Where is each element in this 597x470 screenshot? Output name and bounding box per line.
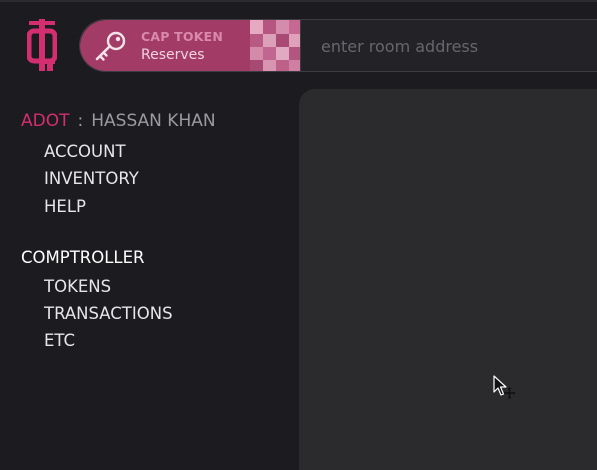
room-address-input[interactable] (301, 20, 597, 71)
user-prefix: ADOT (21, 111, 70, 131)
token-address-bar: CAP TOKEN Reserves (79, 19, 597, 72)
sidebar-item-transactions[interactable]: TRANSACTIONS (44, 304, 173, 323)
cap-token-button[interactable]: CAP TOKEN Reserves (80, 20, 250, 71)
app-window: CAP TOKEN Reserves ADOT:HASSA (0, 0, 597, 470)
sidebar-item-tokens[interactable]: TOKENS (44, 277, 111, 296)
user-separator: : (77, 111, 84, 131)
sidebar-item-etc[interactable]: ETC (44, 331, 75, 350)
user-name: HASSAN KHAN (91, 111, 216, 131)
user-identity: ADOT: HASSAN KHAN (21, 111, 216, 131)
q-logo-icon[interactable] (27, 19, 57, 72)
token-subtitle: Reserves (141, 47, 205, 63)
key-icon (95, 31, 126, 61)
main-content-panel[interactable] (299, 89, 597, 470)
token-title: CAP TOKEN (141, 29, 224, 44)
move-cursor-icon (493, 375, 516, 399)
top-border (0, 0, 597, 2)
sidebar-item-account[interactable]: ACCOUNT (44, 142, 126, 161)
pixel-avatar-icon[interactable] (250, 20, 301, 72)
sidebar-item-help[interactable]: HELP (44, 197, 86, 216)
sidebar-item-inventory[interactable]: INVENTORY (44, 169, 139, 188)
comptroller-heading: COMPTROLLER (21, 248, 145, 267)
